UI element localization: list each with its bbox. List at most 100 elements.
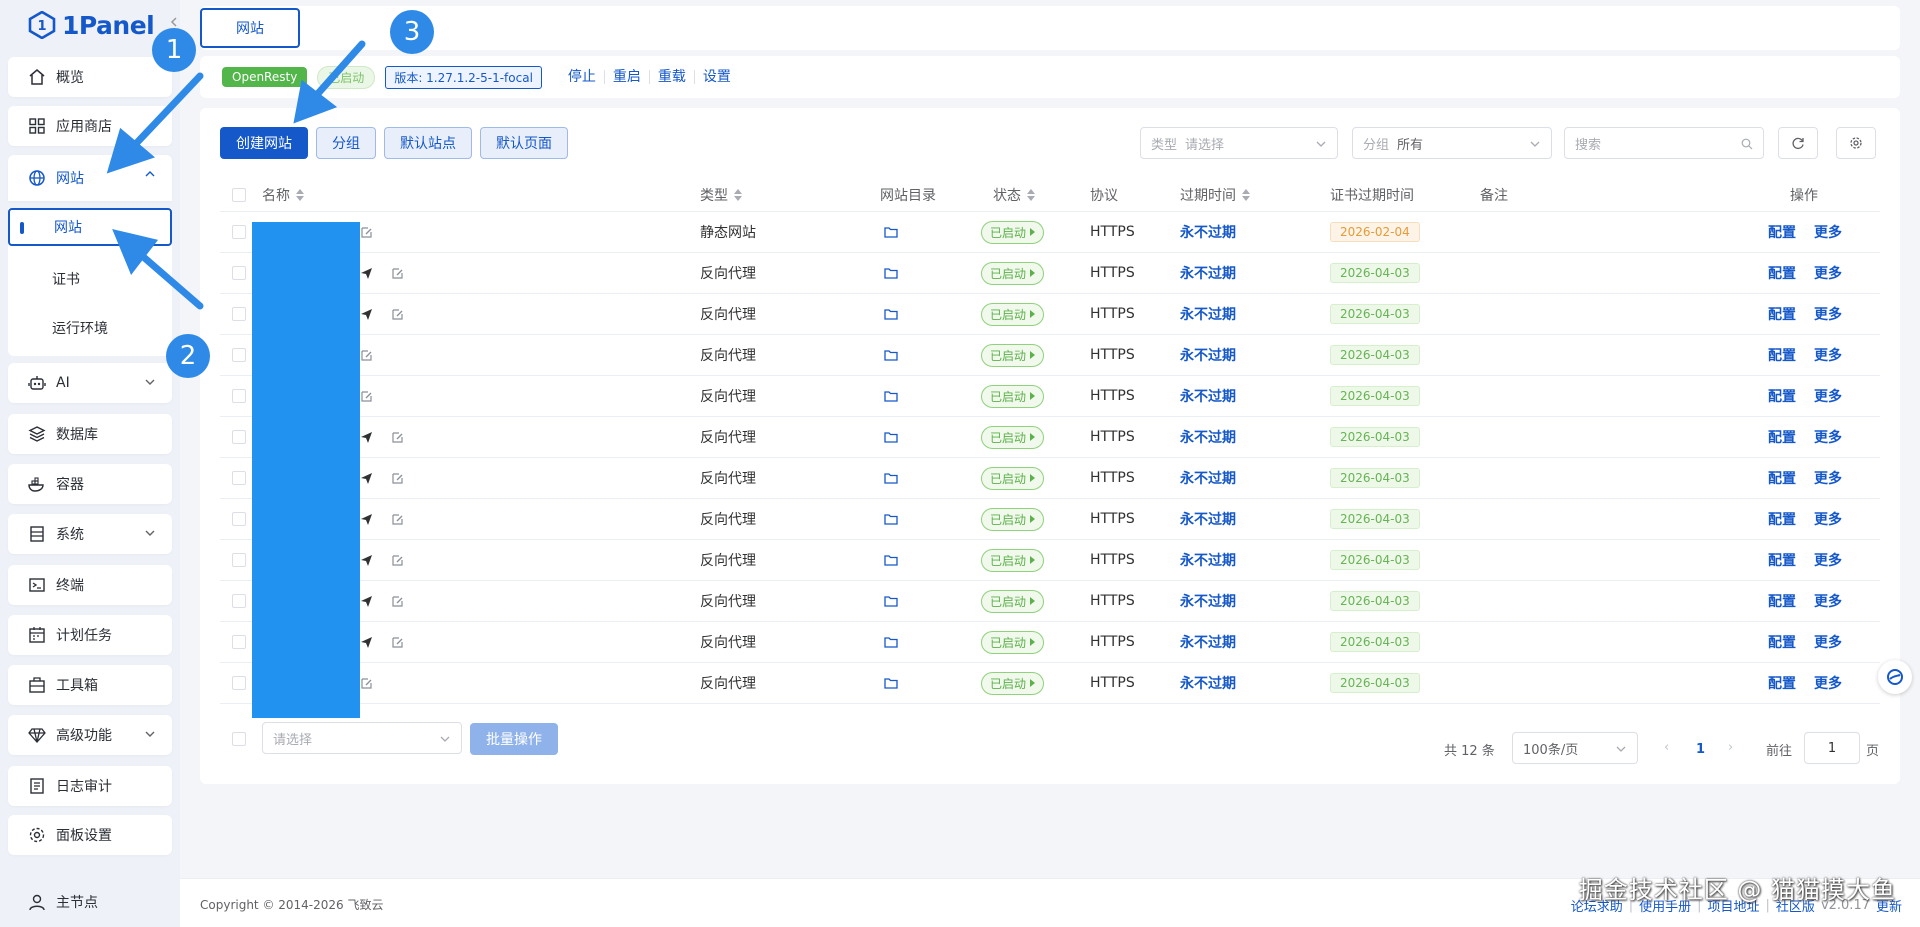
row-checkbox[interactable]	[232, 430, 246, 444]
row-expire[interactable]: 永不过期	[1180, 294, 1236, 334]
edit-icon[interactable]	[391, 472, 404, 485]
row-config-link[interactable]: 配置	[1768, 663, 1796, 703]
row-checkbox[interactable]	[232, 471, 246, 485]
folder-icon[interactable]	[884, 431, 898, 443]
nav-panel-settings[interactable]: 面板设置	[8, 815, 172, 855]
row-expire[interactable]: 永不过期	[1180, 663, 1236, 703]
row-expire[interactable]: 永不过期	[1180, 417, 1236, 457]
sub-item-runtime[interactable]: 运行环境	[8, 309, 172, 347]
row-status-badge[interactable]: 已启动	[981, 466, 1045, 490]
row-expire[interactable]: 永不过期	[1180, 540, 1236, 580]
folder-icon[interactable]	[884, 554, 898, 566]
folder-icon[interactable]	[884, 349, 898, 361]
row-status-badge[interactable]: 已启动	[981, 548, 1045, 572]
folder-icon[interactable]	[884, 677, 898, 689]
row-more-link[interactable]: 更多	[1814, 212, 1842, 252]
row-expire[interactable]: 永不过期	[1180, 376, 1236, 416]
row-checkbox[interactable]	[232, 348, 246, 362]
row-expire[interactable]: 永不过期	[1180, 622, 1236, 662]
edit-icon[interactable]	[391, 308, 404, 321]
row-more-link[interactable]: 更多	[1814, 458, 1842, 498]
folder-icon[interactable]	[884, 267, 898, 279]
edit-icon[interactable]	[360, 390, 373, 403]
send-icon[interactable]	[360, 267, 373, 280]
tab-website[interactable]: 网站	[200, 8, 300, 48]
row-checkbox[interactable]	[232, 594, 246, 608]
row-expire[interactable]: 永不过期	[1180, 212, 1236, 252]
reload-link[interactable]: 重载	[650, 70, 695, 84]
nav-toolbox[interactable]: 工具箱	[8, 665, 172, 705]
row-status-badge[interactable]: 已启动	[981, 302, 1045, 326]
row-status-badge[interactable]: 已启动	[981, 671, 1045, 695]
send-icon[interactable]	[360, 308, 373, 321]
edit-icon[interactable]	[360, 349, 373, 362]
row-config-link[interactable]: 配置	[1768, 417, 1796, 457]
default-page-button[interactable]: 默认页面	[480, 127, 568, 159]
send-icon[interactable]	[360, 636, 373, 649]
row-status-badge[interactable]: 已启动	[981, 630, 1045, 654]
bottom-select-checkbox[interactable]	[232, 732, 246, 746]
settings-link[interactable]: 设置	[695, 70, 739, 84]
row-checkbox[interactable]	[232, 553, 246, 567]
row-checkbox[interactable]	[232, 225, 246, 239]
folder-icon[interactable]	[884, 595, 898, 607]
nav-cron[interactable]: 计划任务	[8, 615, 172, 655]
row-config-link[interactable]: 配置	[1768, 622, 1796, 662]
row-more-link[interactable]: 更多	[1814, 663, 1842, 703]
row-config-link[interactable]: 配置	[1768, 499, 1796, 539]
row-checkbox[interactable]	[232, 389, 246, 403]
column-settings-button[interactable]	[1836, 127, 1876, 159]
row-status-badge[interactable]: 已启动	[981, 425, 1045, 449]
sub-item-website[interactable]: 网站	[8, 208, 172, 246]
row-config-link[interactable]: 配置	[1768, 458, 1796, 498]
node-switcher[interactable]: 主节点	[28, 892, 98, 912]
send-icon[interactable]	[360, 472, 373, 485]
edit-icon[interactable]	[391, 554, 404, 567]
header-status[interactable]: 状态	[993, 178, 1035, 211]
row-more-link[interactable]: 更多	[1814, 253, 1842, 293]
row-more-link[interactable]: 更多	[1814, 581, 1842, 621]
edit-icon[interactable]	[360, 226, 373, 239]
row-config-link[interactable]: 配置	[1768, 540, 1796, 580]
stop-link[interactable]: 停止	[560, 70, 605, 84]
row-expire[interactable]: 永不过期	[1180, 335, 1236, 375]
header-name[interactable]: 名称	[262, 178, 304, 211]
logo[interactable]: 1 1Panel	[28, 10, 155, 40]
row-config-link[interactable]: 配置	[1768, 253, 1796, 293]
row-checkbox[interactable]	[232, 635, 246, 649]
row-expire[interactable]: 永不过期	[1180, 458, 1236, 498]
row-more-link[interactable]: 更多	[1814, 294, 1842, 334]
nav-container[interactable]: 容器	[8, 464, 172, 504]
header-type[interactable]: 类型	[700, 178, 742, 211]
row-config-link[interactable]: 配置	[1768, 376, 1796, 416]
row-status-badge[interactable]: 已启动	[981, 220, 1045, 244]
row-config-link[interactable]: 配置	[1768, 335, 1796, 375]
row-checkbox[interactable]	[232, 676, 246, 690]
edit-icon[interactable]	[391, 431, 404, 444]
row-more-link[interactable]: 更多	[1814, 499, 1842, 539]
folder-icon[interactable]	[884, 472, 898, 484]
header-expire[interactable]: 过期时间	[1180, 178, 1250, 211]
type-filter-select[interactable]: 类型 请选择	[1140, 127, 1338, 159]
row-status-badge[interactable]: 已启动	[981, 507, 1045, 531]
edit-icon[interactable]	[391, 267, 404, 280]
edit-icon[interactable]	[391, 513, 404, 526]
page-number-current[interactable]: 1	[1696, 742, 1705, 757]
folder-icon[interactable]	[884, 636, 898, 648]
goto-page-input[interactable]: 1	[1804, 732, 1860, 764]
batch-operation-button[interactable]: 批量操作	[470, 723, 558, 755]
edit-icon[interactable]	[391, 636, 404, 649]
row-checkbox[interactable]	[232, 266, 246, 280]
row-expire[interactable]: 永不过期	[1180, 253, 1236, 293]
refresh-button[interactable]	[1778, 127, 1818, 159]
sub-item-certificate[interactable]: 证书	[8, 260, 172, 298]
batch-action-select[interactable]: 请选择	[262, 722, 462, 754]
default-site-button[interactable]: 默认站点	[384, 127, 472, 159]
row-more-link[interactable]: 更多	[1814, 335, 1842, 375]
group-button[interactable]: 分组	[316, 127, 376, 159]
folder-icon[interactable]	[884, 390, 898, 402]
row-status-badge[interactable]: 已启动	[981, 261, 1045, 285]
row-config-link[interactable]: 配置	[1768, 581, 1796, 621]
nav-database[interactable]: 数据库	[8, 414, 172, 454]
row-status-badge[interactable]: 已启动	[981, 384, 1045, 408]
